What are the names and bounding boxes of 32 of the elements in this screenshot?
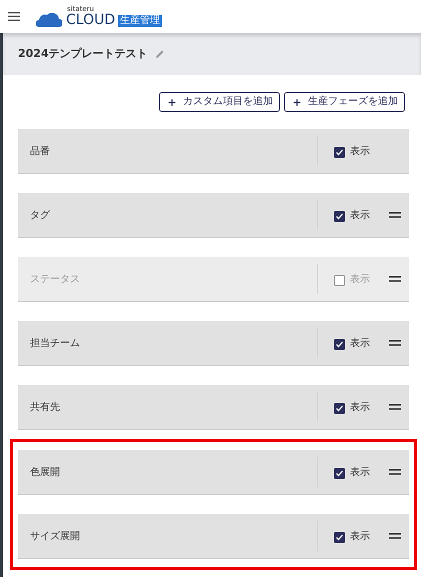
toggle-label: 表示 bbox=[350, 144, 370, 158]
visibility-checkbox[interactable] bbox=[334, 210, 345, 220]
toggle-label: 表示 bbox=[350, 530, 370, 544]
drag-handle-icon[interactable] bbox=[389, 340, 401, 346]
toggle-label: 表示 bbox=[350, 400, 370, 414]
drag-handle-icon[interactable] bbox=[389, 404, 401, 410]
toggle-label: 表示 bbox=[350, 208, 370, 222]
logo-badge: 生産管理 bbox=[118, 15, 162, 27]
add-button[interactable]: ＋ カスタム項目を追加 bbox=[159, 92, 280, 112]
field-label: 品番 bbox=[29, 144, 51, 158]
cloud-logo-icon bbox=[36, 13, 62, 27]
toggle-label: 表示 bbox=[350, 466, 370, 480]
field-label: 色展開 bbox=[29, 466, 61, 480]
field-label: 担当チーム bbox=[29, 336, 81, 350]
toggle-label: 表示 bbox=[350, 336, 370, 350]
field-label: タグ bbox=[29, 208, 51, 222]
logo-text: CLOUD bbox=[66, 13, 116, 27]
menu-icon[interactable] bbox=[8, 12, 20, 21]
drag-handle-icon[interactable] bbox=[389, 469, 401, 475]
field-label: 共有先 bbox=[29, 400, 61, 414]
add-button[interactable]: ＋ 生産フェーズを追加 bbox=[284, 92, 405, 112]
visibility-checkbox[interactable] bbox=[334, 530, 345, 542]
visibility-checkbox[interactable] bbox=[334, 402, 345, 412]
drag-handle-icon[interactable] bbox=[389, 533, 401, 539]
visibility-checkbox[interactable] bbox=[334, 146, 345, 156]
visibility-checkbox[interactable] bbox=[334, 338, 345, 348]
field-label: サイズ展開 bbox=[29, 530, 81, 544]
field-label: ステータス bbox=[29, 272, 81, 286]
toggle-label: 表示 bbox=[350, 272, 370, 286]
page-title: 2024テンプレートテスト bbox=[18, 46, 148, 62]
drag-handle-icon[interactable] bbox=[389, 212, 401, 218]
visibility-checkbox[interactable] bbox=[334, 466, 345, 478]
